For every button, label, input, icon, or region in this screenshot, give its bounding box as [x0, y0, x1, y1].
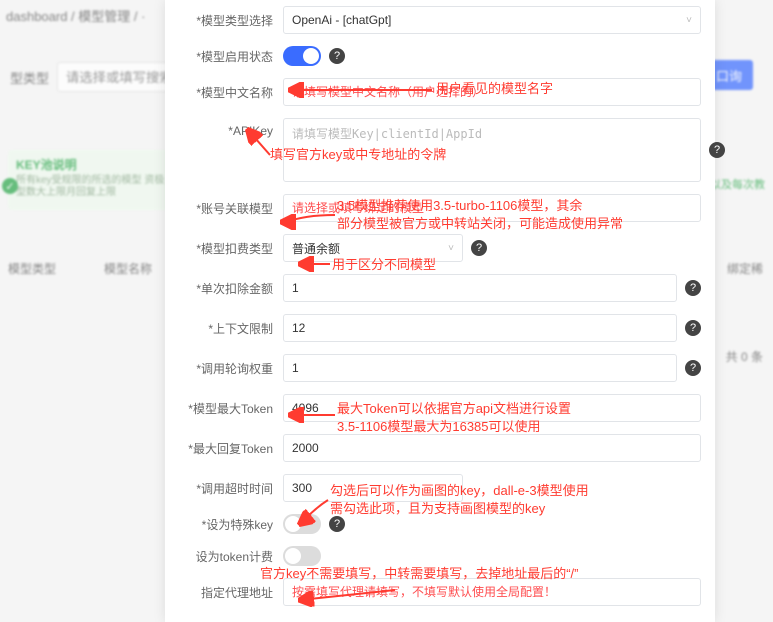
- help-icon[interactable]: ?: [685, 360, 701, 376]
- help-icon[interactable]: ?: [329, 516, 345, 532]
- label-apikey: *APIKey: [165, 118, 283, 138]
- label-token-fee: 设为token计费: [165, 548, 283, 565]
- cn-name-input[interactable]: [283, 78, 701, 106]
- label-bind-model: *账号关联模型: [165, 200, 283, 217]
- chevron-down-icon: ˅: [448, 243, 454, 254]
- help-icon[interactable]: ?: [471, 240, 487, 256]
- label-max-token: *模型最大Token: [165, 400, 283, 417]
- bg-search-label: 型类型: [10, 68, 49, 87]
- model-type-select[interactable]: OpenAi - [chatGpt] ˅: [283, 6, 701, 34]
- context-limit-input[interactable]: [283, 314, 677, 342]
- bg-th-2: 模型名称: [104, 260, 152, 277]
- model-type-value: OpenAi - [chatGpt]: [292, 13, 391, 27]
- label-per-deduct: *单次扣除金额: [165, 280, 283, 297]
- help-icon[interactable]: ?: [709, 142, 725, 158]
- help-icon[interactable]: ?: [685, 320, 701, 336]
- bg-th-3: 绑定稀: [727, 260, 763, 277]
- help-icon[interactable]: ?: [685, 280, 701, 296]
- check-icon: ✓: [2, 178, 18, 194]
- breadcrumb: dashboard / 模型管理 / ·: [6, 6, 145, 25]
- bg-th-1: 模型类型: [8, 260, 56, 277]
- bg-notice-body: 所有key受规限的所选的模型 资极型数大上限月回复上限: [16, 175, 166, 199]
- help-icon[interactable]: ?: [329, 48, 345, 64]
- bg-table-head-left: 模型类型 模型名称: [8, 260, 152, 277]
- label-special-key: *设为特殊key: [165, 516, 283, 533]
- fee-type-select[interactable]: 普通余额 ˅: [283, 234, 463, 262]
- label-model-type: *模型类型选择: [165, 12, 283, 29]
- label-cn-name: *模型中文名称: [165, 84, 283, 101]
- apikey-input[interactable]: [283, 118, 701, 182]
- special-key-toggle[interactable]: [283, 514, 321, 534]
- timeout-input[interactable]: [283, 474, 463, 502]
- max-token-input[interactable]: [283, 394, 701, 422]
- label-max-reply-token: *最大回复Token: [165, 440, 283, 457]
- max-reply-token-input[interactable]: [283, 434, 701, 462]
- label-timeout: *调用超时时间: [165, 480, 283, 497]
- bg-notice: ✓ KEY池说明 所有key受规限的所选的模型 资极型数大上限月回复上限: [8, 150, 174, 210]
- label-proxy: 指定代理地址: [165, 584, 283, 601]
- token-fee-toggle[interactable]: [283, 546, 321, 566]
- chevron-down-icon: ˅: [686, 15, 692, 26]
- label-weight: *调用轮询权重: [165, 360, 283, 377]
- proxy-input[interactable]: [283, 578, 701, 606]
- bg-search-input[interactable]: [57, 62, 175, 92]
- label-fee-type: *模型扣费类型: [165, 240, 283, 257]
- bind-model-input[interactable]: [283, 194, 701, 222]
- bg-total: 共 0 条: [726, 348, 763, 365]
- label-context-limit: *上下文限制: [165, 320, 283, 337]
- model-form-modal: *模型类型选择 OpenAi - [chatGpt] ˅ *模型启用状态 ? *…: [165, 0, 715, 622]
- fee-type-value: 普通余额: [292, 240, 340, 257]
- bg-notice-title: KEY池说明: [16, 156, 166, 173]
- enable-toggle[interactable]: [283, 46, 321, 66]
- bg-side-text: 以及每次教: [710, 176, 765, 192]
- per-deduct-input[interactable]: [283, 274, 677, 302]
- bg-table-head-right: 绑定稀: [727, 260, 763, 277]
- label-enable: *模型启用状态: [165, 48, 283, 65]
- weight-input[interactable]: [283, 354, 677, 382]
